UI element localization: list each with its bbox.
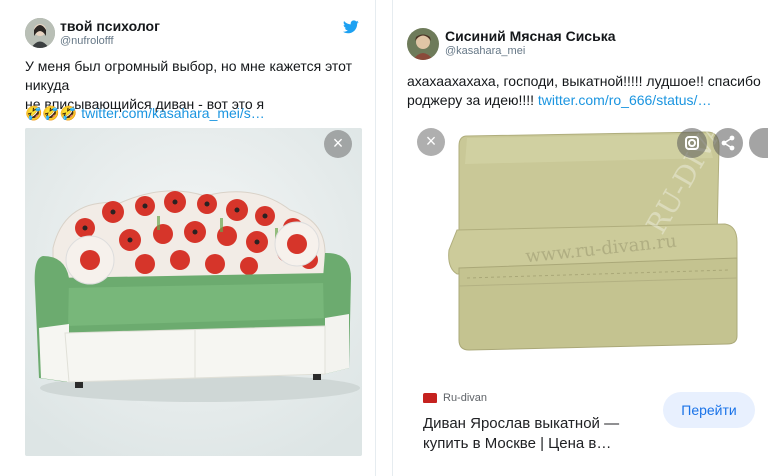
tweet-text-prefix: роджеру за идею!!!! [407, 92, 538, 108]
share-icon[interactable] [713, 128, 743, 158]
product-title-line: Диван Ярослав выкатной — [423, 415, 620, 432]
avatar[interactable] [25, 18, 55, 48]
avatar[interactable] [407, 28, 439, 60]
tweet-text-line: роджеру за идею!!!! twitter.com/ro_666/s… [407, 91, 768, 110]
twitter-bird-icon[interactable] [343, 20, 359, 34]
tweet-text: ахахаахахаха, господи, выкатной!!!!! луд… [407, 72, 768, 110]
author-handle[interactable]: @kasahara_mei [445, 45, 525, 57]
tweet-text-line: У меня был огромный выбор, но мне кажетс… [25, 58, 353, 93]
tweet-link-row: 🤣🤣🤣 twitter.com/kasahara_mei/s… [25, 104, 365, 123]
tweet-link[interactable]: twitter.com/kasahara_mei/s… [81, 105, 265, 121]
author-name[interactable]: Сисиний Мясная Сиська [445, 28, 616, 44]
close-icon[interactable]: × [324, 130, 352, 158]
left-tweet: твой психолог @nufrolofff У меня был огр… [0, 0, 376, 476]
source-row[interactable]: Ru-divan [423, 392, 487, 404]
right-tweet: Сисиний Мясная Сиська @kasahara_mei ахах… [392, 0, 768, 476]
tweet-image[interactable]: www.ru-divan.ru RU-DIVAN.RU × [407, 118, 768, 374]
sofa-icon [423, 393, 437, 403]
source-name: Ru-divan [443, 392, 488, 404]
go-button[interactable]: Перейти [663, 392, 755, 428]
author-name[interactable]: твой психолог [60, 18, 160, 34]
product-title-line: купить в Москве | Цена в… [423, 435, 612, 452]
google-lens-icon[interactable] [677, 128, 707, 158]
tweet-link[interactable]: twitter.com/ro_666/status/… [538, 92, 712, 108]
more-icon[interactable] [749, 128, 768, 158]
emoji-text: 🤣🤣🤣 [25, 105, 78, 121]
author-handle[interactable]: @nufrolofff [60, 35, 114, 47]
lens-toolbar [677, 128, 768, 158]
tweet-text-line: ахахаахахаха, господи, выкатной!!!!! луд… [407, 73, 761, 89]
poppy-sofa-image [25, 128, 362, 456]
product-title[interactable]: Диван Ярослав выкатной — купить в Москве… [423, 414, 653, 454]
tweet-image[interactable]: × [25, 128, 362, 456]
close-icon[interactable]: × [417, 128, 445, 156]
